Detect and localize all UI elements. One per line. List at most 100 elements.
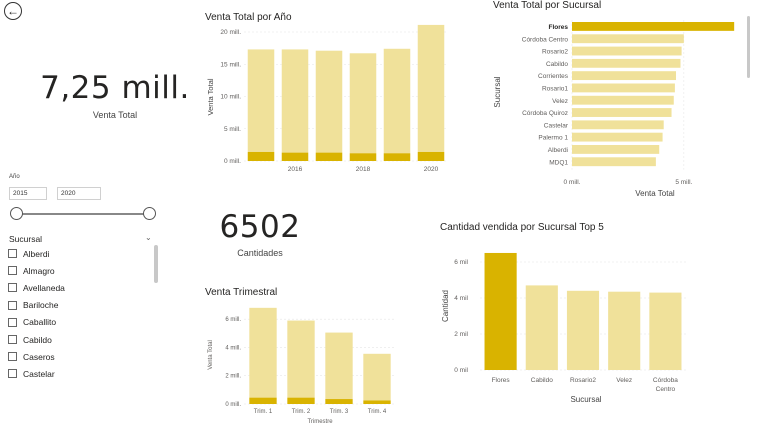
bar-lower (281, 152, 309, 161)
y-tick-label: 10 mill. (220, 94, 241, 101)
category-label: Palermo 1 (538, 135, 568, 142)
bar (572, 108, 672, 117)
branch-list: Alberdi Almagro Avellaneda Bariloche Caballi… (8, 245, 148, 383)
x-tick-label: Velez (616, 377, 632, 384)
y-tick-label: 4 mill. (225, 345, 241, 351)
x-tick-label: Trim. 2 (292, 409, 311, 415)
year-slider-start-handle[interactable] (10, 207, 23, 220)
branch-list-item[interactable]: Almagro (8, 262, 148, 279)
bar (572, 83, 675, 93)
branch-list-scrollbar[interactable] (154, 245, 158, 283)
bar (572, 145, 660, 154)
y-axis-title: Cantidad (441, 290, 450, 322)
bar (608, 291, 641, 370)
checkbox[interactable] (8, 266, 17, 276)
checkbox[interactable] (8, 283, 17, 293)
category-label: Rosario2 (542, 49, 568, 56)
bar-lower (383, 153, 411, 161)
checkbox[interactable] (8, 369, 17, 379)
bar (572, 22, 735, 31)
back-button[interactable]: ← (4, 2, 22, 20)
x-tick-label: Trim. 1 (254, 409, 273, 415)
bar (572, 71, 677, 81)
chart-branch-title: Venta Total por Sucursal (493, 0, 602, 11)
kpi-sales-label: Venta Total (92, 110, 138, 120)
bar-lower (247, 151, 275, 161)
bar-upper (325, 332, 353, 400)
x-tick-label: 2016 (288, 166, 303, 173)
y-tick-label: 2 mill. (225, 374, 241, 380)
checkbox[interactable] (8, 300, 17, 310)
x-tick-label: 5 mill. (675, 179, 692, 186)
bar (649, 292, 682, 370)
y-tick-label: 20 mill. (220, 29, 241, 36)
x-tick-label: 2018 (356, 166, 371, 173)
y-axis-title: Venta Total (208, 340, 214, 370)
bar-lower (417, 151, 445, 161)
x-tick-label: 2020 (424, 166, 439, 173)
x-axis-title: Trimestre (307, 419, 333, 425)
bar-upper (247, 49, 275, 152)
branch-list-item-label: Castelar (23, 368, 55, 379)
category-label: Castelar (544, 122, 569, 129)
arrow-left-icon: ← (7, 4, 19, 18)
bar-lower (249, 397, 277, 404)
x-tick-label: Trim. 3 (330, 409, 349, 415)
year-slider-track[interactable] (16, 213, 150, 215)
branch-list-item[interactable]: Alberdi (8, 245, 148, 262)
y-axis-title: Sucursal (493, 76, 502, 107)
bar (572, 46, 682, 56)
bar-lower (363, 400, 391, 404)
category-label: Rosario1 (542, 86, 568, 93)
bar-upper (363, 353, 391, 401)
chart-branch-sales: 0 mill. 5 mill. Flores Córdoba Centro Rosari… (493, 20, 735, 198)
bar (572, 58, 681, 68)
year-slider-end-handle[interactable] (143, 207, 156, 220)
checkbox[interactable] (8, 335, 17, 345)
y-tick-label: 6 mill. (225, 317, 241, 323)
bar (572, 95, 674, 105)
bar (572, 132, 663, 142)
x-tick-label: Cabildo (531, 377, 553, 384)
checkbox[interactable] (8, 249, 17, 259)
bar (484, 252, 517, 370)
bar-upper (281, 49, 309, 153)
bar-upper (287, 320, 315, 398)
branch-list-item[interactable]: Caballito (8, 314, 148, 331)
branch-list-item[interactable]: Cabildo (8, 331, 148, 348)
category-label: MDQ1 (549, 159, 568, 166)
bar-upper (349, 53, 377, 154)
bar-upper (315, 50, 343, 153)
x-axis-title: Sucursal (570, 395, 601, 404)
category-label: Cabildo (546, 61, 568, 68)
branch-chart-scrollbar[interactable] (747, 16, 750, 78)
category-label: Córdoba Centro (522, 36, 569, 43)
branch-list-item[interactable]: Caseros (8, 348, 148, 365)
branch-list-item-label: Bariloche (23, 300, 59, 311)
bar (566, 290, 600, 370)
branch-list-item-label: Caballito (23, 317, 57, 328)
y-tick-label: 4 mil (454, 295, 468, 302)
x-tick-label: Rosario2 (570, 377, 596, 384)
branch-list-item[interactable]: Castelar (8, 365, 148, 382)
y-tick-label: 0 mill. (224, 158, 241, 165)
year-from-input[interactable]: 2015 (9, 187, 47, 200)
chart-top5-qty: 0 mil 2 mil 4 mil 6 mil Flores Cabildo Rosario… (441, 252, 686, 404)
chart-top5-title: Cantidad vendida por Sucursal Top 5 (440, 222, 604, 233)
branch-list-item-label: Avellaneda (23, 282, 65, 293)
branch-list-item[interactable]: Bariloche (8, 297, 148, 314)
y-axis-title: Venta Total (206, 78, 215, 115)
chart-year-sales: 0 mill. 5 mill. 10 mill. 15 mill. 20 mill. 20… (206, 24, 448, 173)
chevron-down-icon[interactable]: ⌄ (145, 233, 152, 242)
branch-slicer-label: Sucursal (9, 234, 43, 244)
branch-list-item[interactable]: Avellaneda (8, 279, 148, 296)
year-to-input[interactable]: 2020 (57, 187, 101, 200)
kpi-qty-label: Cantidades (237, 248, 283, 258)
kpi-sales-value: 7,25 mill. (40, 70, 190, 106)
branch-list-item-label: Caseros (23, 351, 55, 362)
checkbox[interactable] (8, 352, 17, 362)
branch-list-item-label: Cabildo (23, 334, 52, 345)
checkbox[interactable] (8, 317, 17, 327)
y-tick-label: 5 mill. (224, 126, 241, 133)
bar-lower (315, 152, 343, 161)
